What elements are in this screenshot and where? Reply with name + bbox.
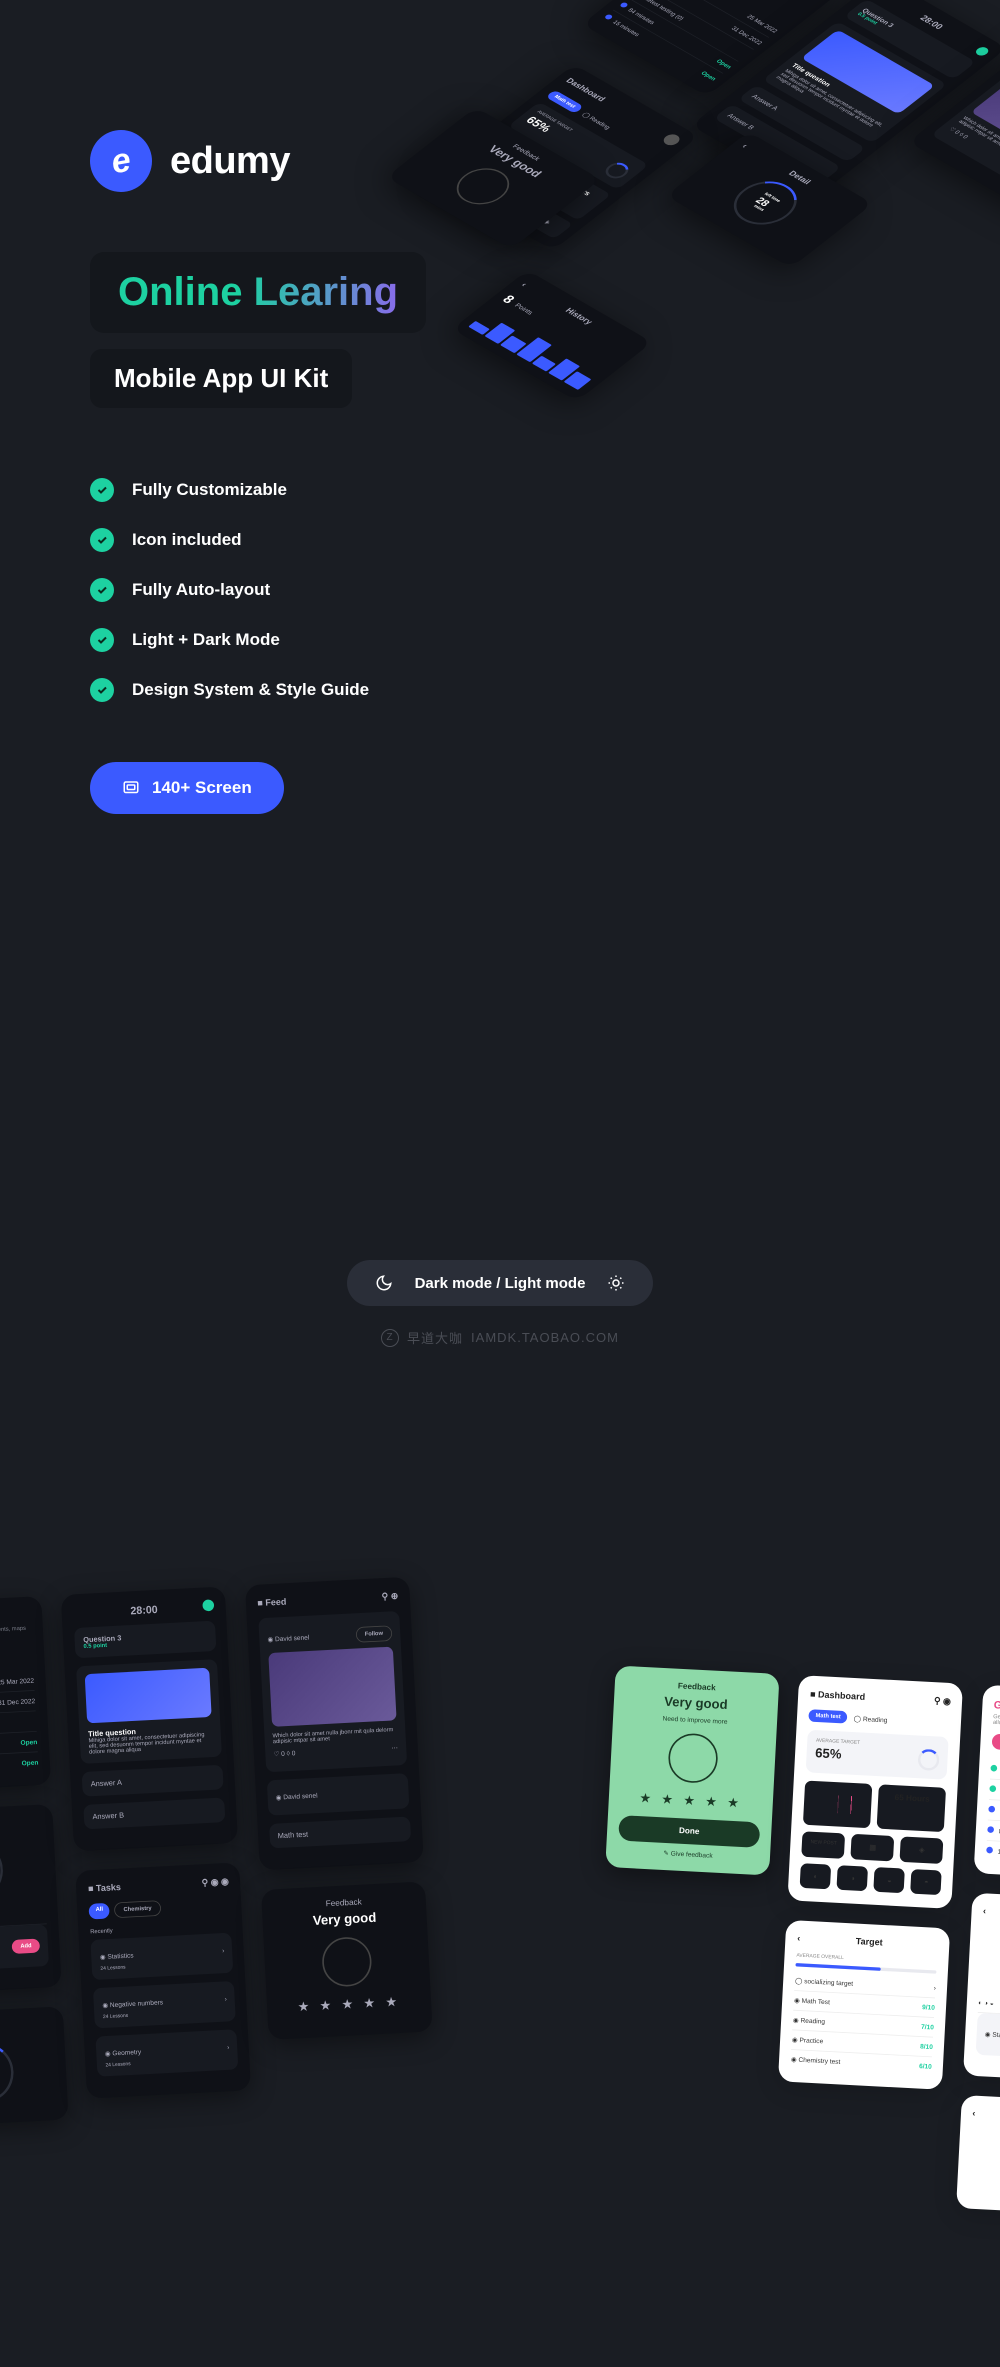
- mode-toggle[interactable]: Dark mode / Light mode: [347, 1260, 654, 1306]
- hero-subtitle: Mobile App UI Kit: [90, 349, 352, 408]
- showcase-dark: Geometry Geography final exam for high s…: [0, 1575, 471, 2148]
- watermark: Z 早道大咖 IAMDK.TAOBAO.COM: [0, 1328, 1000, 1347]
- mock-detail-flat-2: ‹Detail: [0, 2006, 69, 2128]
- brand-logo-badge: e: [85, 125, 157, 197]
- check-icon: [90, 628, 114, 652]
- mode-toggle-label: Dark mode / Light mode: [415, 1275, 586, 1292]
- feature-label: Icon included: [132, 530, 242, 550]
- mock-detail-flat: ‹Detail left time28mins ◐ ◑ ◒ ◉ Statisti…: [0, 1804, 62, 1995]
- check-icon: [90, 528, 114, 552]
- feature-item: Light + Dark Mode: [90, 628, 910, 652]
- mock-feed-flat: ■ Feed⚲ ⊕ ◉ David senelFollow Which dolo…: [245, 1577, 424, 1871]
- feature-label: Fully Customizable: [132, 480, 287, 500]
- check-icon: [90, 478, 114, 502]
- cta-label: 140+ Screen: [152, 778, 252, 798]
- feature-item: Fully Customizable: [90, 478, 910, 502]
- watermark-badge-icon: Z: [381, 1329, 399, 1347]
- brand-name: edumy: [170, 140, 290, 183]
- feature-label: Design System & Style Guide: [132, 680, 369, 700]
- mock-question-flat: 28:00 Question 30.5 point Title question…: [61, 1586, 238, 1851]
- mock-geometry-flat: Geometry Geography final exam for high s…: [0, 1596, 51, 1793]
- hero-title: Online Learing: [90, 252, 426, 333]
- feature-item: Design System & Style Guide: [90, 678, 910, 702]
- mock-detail-light-2: ‹Detail 28: [956, 2095, 1000, 2217]
- mock-tasks-flat: ■ Tasks⚲ ◉ ◉ All Chemistry Recently ◉ St…: [76, 1862, 252, 2098]
- mock-detail-light: ‹Detail left time28mins ◐ ◑ ◒ ◉ Statisti…: [963, 1893, 1000, 2084]
- mock-feedback-flat: Feedback Very good ★ ★ ★ ★ ★: [261, 1881, 433, 2039]
- cta-button[interactable]: 140+ Screen: [90, 762, 284, 814]
- feature-item: Fully Auto-layout: [90, 578, 910, 602]
- sun-icon: [607, 1274, 625, 1292]
- screens-icon: [122, 779, 140, 797]
- mock-dashboard-light: ■ Dashboard⚲ ◉ Math test ◯ Reading AVERA…: [788, 1675, 964, 1909]
- mock-feedback-green: Feedback Very good Need to improve more …: [605, 1665, 779, 1875]
- showcase-light: Feedback Very good Need to improve more …: [579, 1665, 1000, 2238]
- feature-item: Icon included: [90, 528, 910, 552]
- brand-logo-row: e edumy: [90, 130, 910, 192]
- feature-label: Fully Auto-layout: [132, 580, 270, 600]
- check-icon: [90, 678, 114, 702]
- mock-target-light: ‹Target AVERAGE OVERALL ◯ socializing ta…: [778, 1920, 950, 2090]
- mock-geometry-light: Geometry Geography final exam for high s…: [974, 1685, 1000, 1882]
- check-icon: [90, 578, 114, 602]
- feature-list: Fully Customizable Icon included Fully A…: [90, 478, 910, 702]
- feature-label: Light + Dark Mode: [132, 630, 280, 650]
- moon-icon: [375, 1274, 393, 1292]
